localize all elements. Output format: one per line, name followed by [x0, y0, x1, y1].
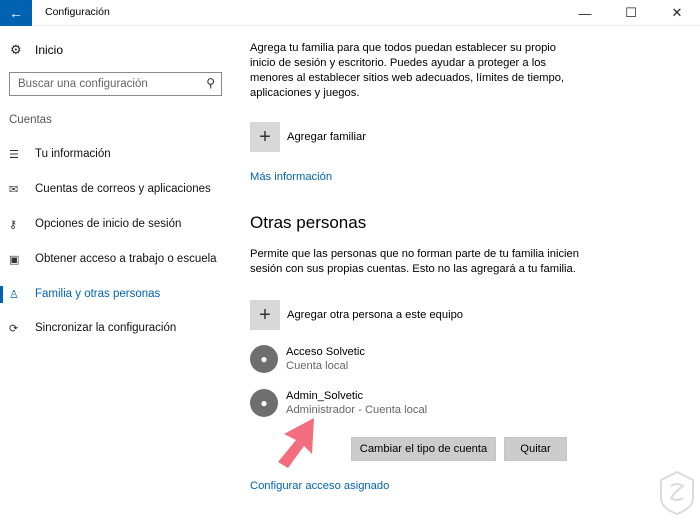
window-title: Configuración	[45, 6, 110, 18]
search-icon[interactable]: ⚲	[206, 76, 215, 90]
person-name: Acceso Solvetic	[286, 346, 365, 358]
change-account-type-button[interactable]: Cambiar el tipo de cuenta	[351, 437, 496, 461]
sidebar: ⚙ Inicio ⚲ Cuentas ☰ Tu información ✉ Cu…	[0, 27, 230, 519]
add-other-person-button[interactable]: + Agregar otra persona a este equipo	[250, 300, 463, 330]
sidebar-item-familia[interactable]: ♙ Familia y otras personas	[0, 279, 230, 309]
person-account-type: Cuenta local	[286, 360, 349, 372]
gear-icon: ⚙	[10, 42, 22, 57]
user-avatar-icon: ●	[250, 389, 278, 417]
home-nav-item[interactable]: ⚙ Inicio	[10, 42, 63, 58]
add-family-button[interactable]: + Agregar familiar	[250, 122, 366, 152]
back-button[interactable]: ←	[0, 0, 32, 26]
watermark-logo-icon	[660, 470, 694, 515]
section-label: Cuentas	[9, 114, 52, 126]
back-arrow-icon: ←	[9, 5, 23, 21]
plus-icon: +	[250, 122, 280, 152]
more-info-link[interactable]: Más información	[250, 171, 332, 183]
minimize-icon: —	[578, 5, 592, 21]
assigned-access-link[interactable]: Configurar acceso asignado	[250, 480, 389, 492]
annotation-arrow-icon	[278, 418, 314, 468]
sidebar-item-tu-informacion[interactable]: ☰ Tu información	[0, 139, 230, 169]
person-item-selected[interactable]: ● Admin_Solvetic Administrador - Cuenta …	[250, 389, 427, 417]
remove-button[interactable]: Quitar	[504, 437, 567, 461]
minimize-button[interactable]: —	[562, 0, 608, 26]
person-name: Admin_Solvetic	[286, 390, 364, 402]
sidebar-item-label: Opciones de inicio de sesión	[35, 218, 182, 230]
close-icon: ✕	[671, 5, 683, 20]
maximize-icon: ☐	[625, 5, 637, 20]
mail-icon: ✉	[9, 183, 19, 196]
sidebar-item-cuentas-correo[interactable]: ✉ Cuentas de correos y aplicaciones	[0, 174, 230, 204]
search-box: ⚲	[9, 72, 222, 96]
sidebar-item-label: Sincronizar la configuración	[35, 322, 177, 334]
search-input[interactable]	[18, 76, 198, 92]
title-bar: ← Configuración — ☐ ✕	[0, 0, 700, 26]
person-item[interactable]: ● Acceso Solvetic Cuenta local	[250, 345, 365, 373]
others-description: Permite que las personas que no forman p…	[250, 248, 579, 275]
add-family-label: Agregar familiar	[287, 131, 366, 143]
person-card-icon: ☰	[9, 148, 19, 161]
sidebar-item-sincronizar[interactable]: ⟳ Sincronizar la configuración	[0, 313, 230, 343]
sync-icon: ⟳	[9, 322, 19, 335]
others-heading: Otras personas	[250, 213, 367, 232]
user-avatar-icon: ●	[250, 345, 278, 373]
sidebar-item-label: Obtener acceso a trabajo o escuela	[35, 253, 217, 265]
sidebar-item-label: Familia y otras personas	[35, 288, 161, 300]
active-indicator	[0, 286, 3, 303]
add-other-label: Agregar otra persona a este equipo	[287, 309, 464, 321]
people-icon: ♙	[9, 288, 19, 301]
family-description: Agrega tu familia para que todos puedan …	[250, 42, 565, 99]
sidebar-item-label: Tu información	[35, 148, 111, 160]
close-button[interactable]: ✕	[654, 0, 700, 26]
sidebar-item-label: Cuentas de correos y aplicaciones	[35, 183, 211, 195]
key-icon: ⚷	[9, 218, 18, 231]
briefcase-icon: ▣	[9, 253, 20, 266]
sidebar-item-trabajo-escuela[interactable]: ▣ Obtener acceso a trabajo o escuela	[0, 244, 230, 274]
home-label: Inicio	[35, 43, 64, 57]
sidebar-item-inicio-sesion[interactable]: ⚷ Opciones de inicio de sesión	[0, 209, 230, 239]
plus-icon: +	[250, 300, 280, 330]
maximize-button[interactable]: ☐	[608, 0, 654, 26]
